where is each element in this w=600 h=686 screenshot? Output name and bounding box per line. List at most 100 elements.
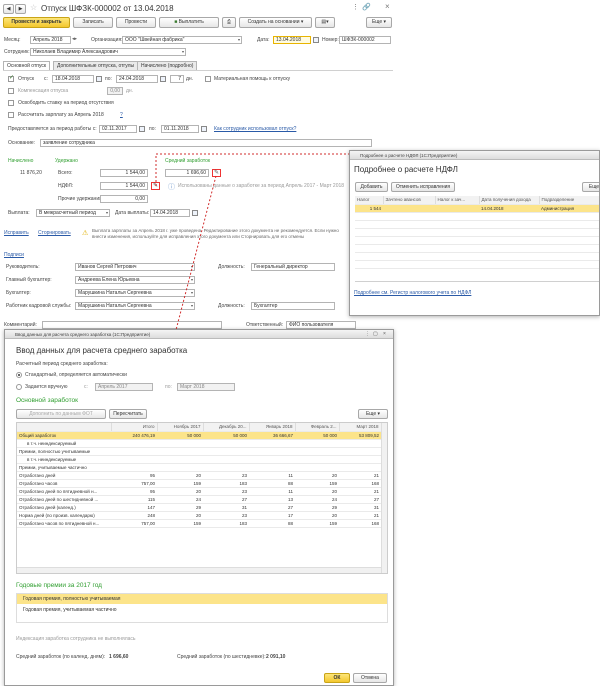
ndfl-column-header[interactable]: Дата получения дохода — [479, 196, 540, 205]
standard-period-radio[interactable] — [16, 372, 22, 378]
head-position-field[interactable]: Генеральный директор — [251, 263, 335, 271]
basis-field[interactable]: заявление сотрудника — [40, 139, 372, 147]
earnings-table-row[interactable]: Отработано дней по пятидневной н... 95 20 2… — [17, 487, 381, 496]
calendar-icon[interactable] — [192, 210, 198, 216]
ndfl-more-button[interactable]: Еще — [582, 182, 599, 192]
date-field[interactable]: 13.04.2018 — [273, 36, 311, 44]
avg-restore-icon[interactable]: ▢ — [373, 331, 378, 338]
ok-button[interactable]: ОК — [324, 673, 350, 683]
avg-kebab-icon[interactable]: ⋮ — [365, 331, 370, 338]
earnings-table-row[interactable]: Премии, учитываемые частично — [17, 463, 381, 472]
manual-period-radio[interactable] — [16, 384, 22, 390]
ndfl-column-header[interactable]: Налог — [355, 196, 384, 205]
pay-button[interactable]: ■ Выплатить — [159, 17, 219, 28]
bonus-row-partial[interactable]: Годовая премия, учитываемая частично — [17, 605, 387, 615]
save-button[interactable]: Записать — [73, 17, 113, 28]
reverse-link[interactable]: Сторнировать — [38, 230, 71, 237]
signatures-section[interactable]: Подписи — [4, 252, 24, 259]
ndfl-column-header[interactable]: Налог к зач... — [435, 196, 480, 205]
ndfl-column-header[interactable]: Подразделение — [539, 196, 599, 205]
avg-close-icon[interactable]: × — [383, 331, 386, 338]
vacation-days-field[interactable]: 7 — [170, 75, 184, 83]
post-button[interactable]: Провести — [116, 17, 156, 28]
ndfl-register-link[interactable]: Подробнее см. Регистр налогового учета п… — [354, 290, 471, 297]
manual-from-field[interactable]: Апрель 2017 — [95, 383, 153, 391]
fill-from-payroll-button[interactable]: Дополнить по данным ФОТ — [16, 409, 106, 419]
calendar-icon[interactable] — [96, 76, 102, 82]
fix-link[interactable]: Исправить — [4, 230, 29, 237]
org-field[interactable]: ООО "Швейная фабрика" ▾ — [122, 36, 242, 44]
post-and-close-button[interactable]: Провести и закрыть — [3, 17, 70, 28]
more-button[interactable]: Еще ▾ — [366, 17, 392, 28]
earnings-column-header[interactable]: Февраль 2... — [295, 423, 340, 432]
manual-to-field[interactable]: Март 2018 — [177, 383, 235, 391]
other-withholding-field[interactable]: 0,00 — [100, 195, 148, 203]
month-spin-icon[interactable]: ◂▸ — [72, 36, 77, 42]
link-icon[interactable]: 🔗 — [362, 3, 371, 11]
month-field[interactable]: Апрель 2018 — [30, 36, 71, 44]
calendar-icon[interactable] — [160, 76, 166, 82]
compensation-days-field[interactable]: 0,00 — [107, 87, 123, 95]
vacation-checkbox[interactable] — [8, 74, 14, 82]
ndfl-add-button[interactable]: Добавить — [355, 182, 388, 192]
employee-field[interactable]: Николаев Владимир Александрович ▾ — [30, 48, 186, 56]
earnings-table-row[interactable]: в т.ч. неиндексируемый — [17, 439, 381, 448]
payout-date-field[interactable]: 14.04.2018 — [150, 209, 190, 217]
earnings-table-row[interactable]: Отработано дней (календ.) 147 29 31 27 29 31 — [17, 503, 381, 512]
kebab-icon[interactable]: ⋮ — [352, 3, 359, 11]
number-field[interactable]: ШФЗК-000002 — [339, 36, 391, 44]
help-link[interactable]: ? — [120, 112, 123, 119]
withheld-total-field[interactable]: 1 544,00 — [100, 169, 148, 177]
earnings-table-hscroll[interactable] — [17, 567, 381, 573]
ndfl-field[interactable]: 1 544,00 — [100, 182, 148, 190]
earnings-table-row[interactable]: Отработано дней по шестидневной ... 115 24… — [17, 495, 381, 504]
edit-average-pencil-icon[interactable]: ✎ — [212, 169, 221, 177]
hr-field[interactable]: Марушкина Наталья Сергеевна ▾ — [75, 302, 195, 310]
ndfl-table-row[interactable]: 1 544 14.04.2018 Администрация — [355, 204, 599, 213]
head-field[interactable]: Иванов Сергей Петрович ▾ — [75, 263, 195, 271]
bonus-row-full[interactable]: Годовая премия, полностью учитываемая — [17, 594, 387, 604]
tab-main-vacation[interactable]: Основной отпуск — [3, 61, 51, 70]
responsible-field[interactable]: ФИО пользователя — [286, 321, 356, 329]
create-based-on-button[interactable]: Создать на основании ▾ — [239, 17, 312, 28]
earnings-table-row[interactable]: Отработано дней 95 20 23 11 20 21 — [17, 471, 381, 480]
earnings-table-row[interactable]: в т.ч. неиндексируемые — [17, 455, 381, 464]
earnings-table-row[interactable]: Отработано часов 757,00 159 183 88 159 168 — [17, 479, 381, 488]
free-rate-checkbox[interactable] — [8, 100, 14, 106]
earnings-table-scrollbar[interactable] — [381, 423, 387, 573]
recalculate-button[interactable]: Пересчитать — [109, 409, 147, 419]
tab-additional-vacations[interactable]: Дополнительные отпуска, отгулы — [53, 61, 139, 70]
earnings-table-row[interactable]: Премии, полностью учитываемые — [17, 447, 381, 456]
vacation-to-field[interactable]: 24.04.2018 — [116, 75, 158, 83]
tab-accrued-details[interactable]: Начислено (подробно) — [137, 61, 198, 70]
earnings-column-header[interactable] — [17, 423, 112, 432]
favorite-star-icon[interactable]: ☆ — [30, 3, 37, 12]
accountant-field[interactable]: Марушкина Наталья Сергеевна ▾ — [75, 289, 195, 297]
work-period-to-field[interactable]: 01.11.2018 — [161, 125, 199, 133]
back-button[interactable]: ◀ — [3, 4, 14, 14]
reports-button[interactable]: ▤▾ — [315, 17, 335, 28]
print-button[interactable]: ⎙ — [222, 17, 236, 28]
hr-position-field[interactable]: Бухгалтер — [251, 302, 335, 310]
earnings-table-row[interactable]: Норма дней (по произв. календарю) 248 20 23… — [17, 511, 381, 520]
earnings-table-row[interactable]: Отработано часов по пятидневной н... 757,… — [17, 519, 381, 528]
earnings-column-header[interactable]: Итого — [111, 423, 158, 432]
ndfl-column-header[interactable]: Зачтено авансов — [383, 196, 436, 205]
compensation-checkbox[interactable] — [8, 88, 14, 94]
forward-button[interactable]: ▶ — [15, 4, 26, 14]
earnings-column-header[interactable]: Ноябрь 2017 — [157, 423, 204, 432]
earnings-column-header[interactable]: Декабрь 20... — [203, 423, 250, 432]
cancel-button[interactable]: Отмена — [353, 673, 387, 683]
calendar-icon[interactable] — [313, 37, 319, 43]
chief-accountant-field[interactable]: Андреева Елена Юрьевна ▾ — [75, 276, 195, 284]
calendar-icon[interactable] — [201, 126, 207, 132]
payout-select[interactable]: В межрасчетный период ▾ — [36, 209, 110, 217]
material-help-checkbox[interactable] — [205, 76, 211, 82]
ndfl-cancel-fix-button[interactable]: Отменить исправления — [391, 182, 455, 192]
close-icon[interactable]: × — [385, 2, 390, 11]
how-used-vacation-link[interactable]: Как сотрудник использовал отпуск? — [214, 126, 296, 133]
average-earnings-field[interactable]: 1 696,60 — [165, 169, 209, 177]
edit-ndfl-pencil-icon[interactable]: ✎ — [151, 182, 160, 190]
avg-more-button[interactable]: Еще ▾ — [358, 409, 388, 419]
vacation-from-field[interactable]: 18.04.2018 — [52, 75, 94, 83]
